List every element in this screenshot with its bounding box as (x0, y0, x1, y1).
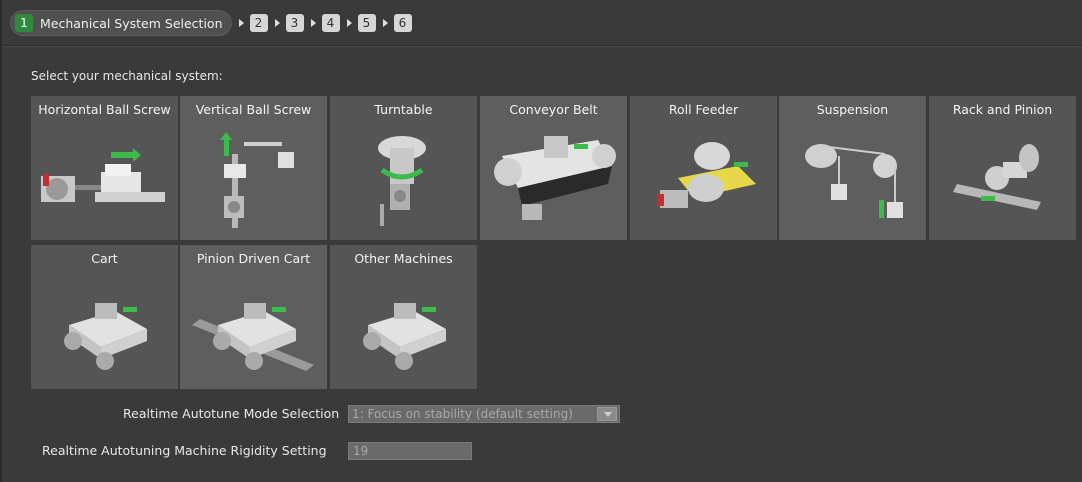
step-1-title: Mechanical System Selection (40, 15, 223, 31)
system-tile-turntable[interactable]: Turntable (330, 96, 477, 240)
step-arrow-icon (382, 19, 388, 27)
system-tile-rack-and-pinion[interactable]: Rack and Pinion (929, 96, 1076, 240)
step-4[interactable]: 4 (321, 14, 340, 32)
step-6[interactable]: 6 (393, 14, 412, 32)
horizontal-ball-screw-icon (41, 148, 165, 202)
step-2[interactable]: 2 (249, 14, 268, 32)
system-tile-roll-feeder[interactable]: Roll Feeder (630, 96, 777, 240)
other-machines-icon (363, 303, 446, 370)
rigidity-input[interactable]: 19 (348, 442, 472, 460)
system-tile-label: Conveyor Belt (509, 102, 598, 117)
suspension-icon (805, 144, 903, 218)
system-tile-conveyor-belt[interactable]: Conveyor Belt (480, 96, 627, 240)
system-tile-label: Cart (91, 251, 118, 266)
wizard-step-bar: 1 Mechanical System Selection 2 3 4 5 6 (10, 9, 412, 37)
system-tile-vertical-ball-screw[interactable]: Vertical Ball Screw (180, 96, 327, 240)
vertical-ball-screw-icon (220, 132, 294, 228)
system-tile-horizontal-ball-screw[interactable]: Horizontal Ball Screw (31, 96, 178, 240)
step-5[interactable]: 5 (357, 14, 376, 32)
system-tile-other-machines[interactable]: Other Machines (330, 245, 477, 389)
chevron-down-icon[interactable] (597, 407, 617, 421)
pinion-driven-cart-icon (192, 303, 314, 371)
system-tile-label: Turntable (374, 102, 433, 117)
system-tile-suspension[interactable]: Suspension (779, 96, 926, 240)
step-3[interactable]: 3 (285, 14, 304, 32)
step-1[interactable]: 1 Mechanical System Selection (10, 10, 232, 36)
system-tile-label: Roll Feeder (668, 102, 739, 117)
system-tile-label: Other Machines (354, 251, 453, 266)
step-arrow-icon (238, 19, 244, 27)
roll-feeder-icon (658, 142, 756, 208)
rack-and-pinion-icon (953, 144, 1041, 210)
step-arrow-icon (310, 19, 316, 27)
step-arrow-icon (274, 19, 280, 27)
step-arrow-icon (346, 19, 352, 27)
system-tile-cart[interactable]: Cart (31, 245, 178, 389)
wizard-panel: 1 Mechanical System Selection 2 3 4 5 6 … (0, 0, 1082, 482)
system-tile-label: Pinion Driven Cart (196, 251, 311, 266)
system-tile-label: Suspension (816, 102, 889, 117)
selection-prompt: Select your mechanical system: (31, 69, 223, 83)
system-tile-label: Horizontal Ball Screw (38, 102, 171, 117)
rigidity-label: Realtime Autotuning Machine Rigidity Set… (42, 443, 327, 458)
system-tile-pinion-driven-cart[interactable]: Pinion Driven Cart (180, 245, 327, 389)
conveyor-belt-icon (494, 136, 616, 220)
system-tile-label: Rack and Pinion (952, 102, 1053, 117)
autotune-mode-select[interactable]: 1: Focus on stability (default setting) (348, 405, 620, 423)
header-divider-highlight (4, 46, 1082, 47)
autotune-mode-value: 1: Focus on stability (default setting) (352, 407, 573, 421)
system-tile-label: Vertical Ball Screw (195, 102, 312, 117)
autotune-mode-label: Realtime Autotune Mode Selection (123, 406, 340, 421)
turntable-icon (378, 136, 426, 226)
step-1-number: 1 (15, 14, 33, 32)
cart-icon (64, 303, 147, 370)
